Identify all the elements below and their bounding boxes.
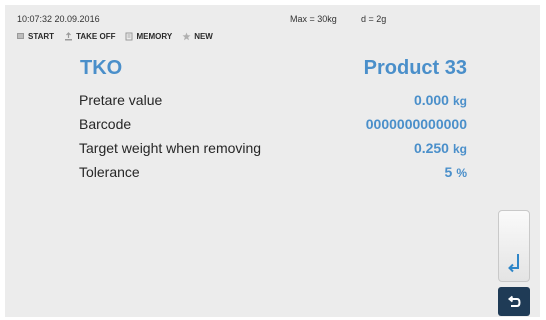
take-off-label: TAKE OFF xyxy=(76,31,116,41)
target-weight-row[interactable]: Target weight when removing 0.250 kg xyxy=(79,140,467,160)
start-icon xyxy=(17,33,24,39)
start-button[interactable]: START xyxy=(17,32,54,41)
tolerance-label: Tolerance xyxy=(79,164,140,180)
barcode-label: Barcode xyxy=(79,116,132,132)
barcode-row[interactable]: Barcode 0000000000000 xyxy=(79,116,467,136)
new-label: NEW xyxy=(194,31,213,41)
product-name: Product 33 xyxy=(363,57,467,79)
star-icon xyxy=(182,32,191,40)
target-weight-value: 0.250 kg xyxy=(413,140,467,156)
start-label: START xyxy=(28,31,55,41)
take-off-button[interactable]: TAKE OFF xyxy=(64,32,115,41)
tolerance-value: 5% xyxy=(444,164,467,180)
new-button[interactable]: NEW xyxy=(182,32,213,41)
datetime: 10:07:32 20.09.2016 xyxy=(17,14,100,24)
enter-icon xyxy=(508,254,519,273)
barcode-value: 0000000000000 xyxy=(365,116,467,132)
memory-label: MEMORY xyxy=(136,31,173,41)
pretare-label: Pretare value xyxy=(79,92,163,108)
target-weight-unit: kg xyxy=(452,142,467,156)
back-button[interactable] xyxy=(498,287,530,316)
pretare-row[interactable]: Pretare value 0.000 kg xyxy=(79,92,467,112)
pretare-value: 0.000 kg xyxy=(413,92,467,108)
target-weight-label: Target weight when removing xyxy=(79,140,262,156)
division: d = 2g xyxy=(361,14,387,24)
tolerance-unit: % xyxy=(456,166,467,180)
pretare-unit: kg xyxy=(452,94,467,108)
screen: 10:07:32 20.09.2016 Max = 30kg d = 2g ST… xyxy=(5,5,540,317)
enter-button[interactable] xyxy=(498,210,530,282)
memory-icon xyxy=(125,32,133,40)
max-capacity: Max = 30kg xyxy=(290,14,337,24)
toolbar: START TAKE OFF MEMORY NEW xyxy=(17,29,213,43)
take-off-icon xyxy=(65,31,73,40)
tolerance-row[interactable]: Tolerance 5% xyxy=(79,164,467,184)
back-icon xyxy=(507,295,521,307)
memory-button[interactable]: MEMORY xyxy=(125,32,172,41)
page-title: TKO xyxy=(80,57,123,79)
